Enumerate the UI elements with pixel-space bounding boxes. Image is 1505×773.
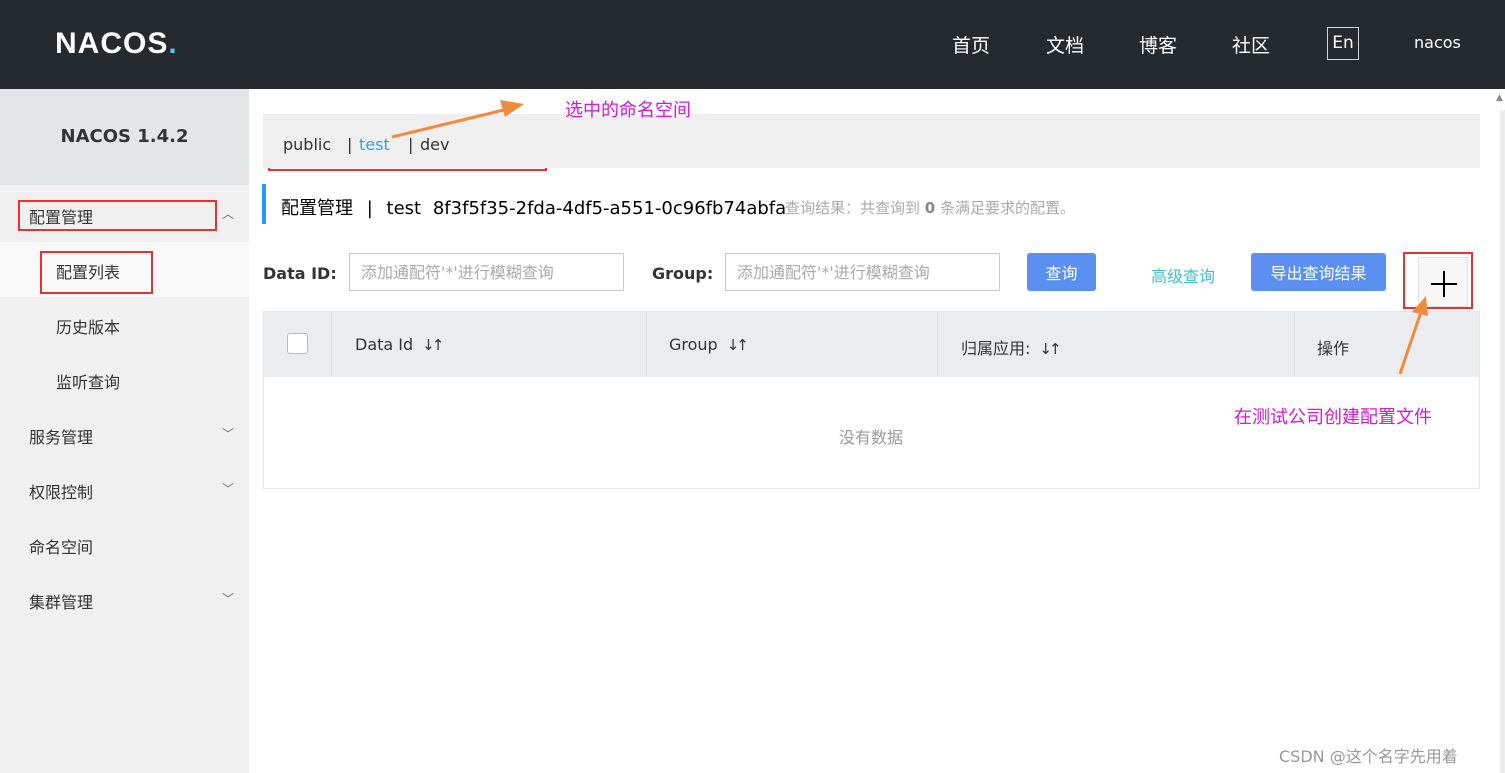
annotation-arrows [391, 100, 1428, 375]
arrow-to-add-button [1398, 296, 1428, 375]
scroll-up-icon[interactable]: ▲ [1496, 93, 1505, 103]
watermark: CSDN @这个名字先用着 [1279, 747, 1458, 766]
scrollbar[interactable] [1500, 110, 1505, 773]
arrow-to-namespace [391, 100, 524, 139]
